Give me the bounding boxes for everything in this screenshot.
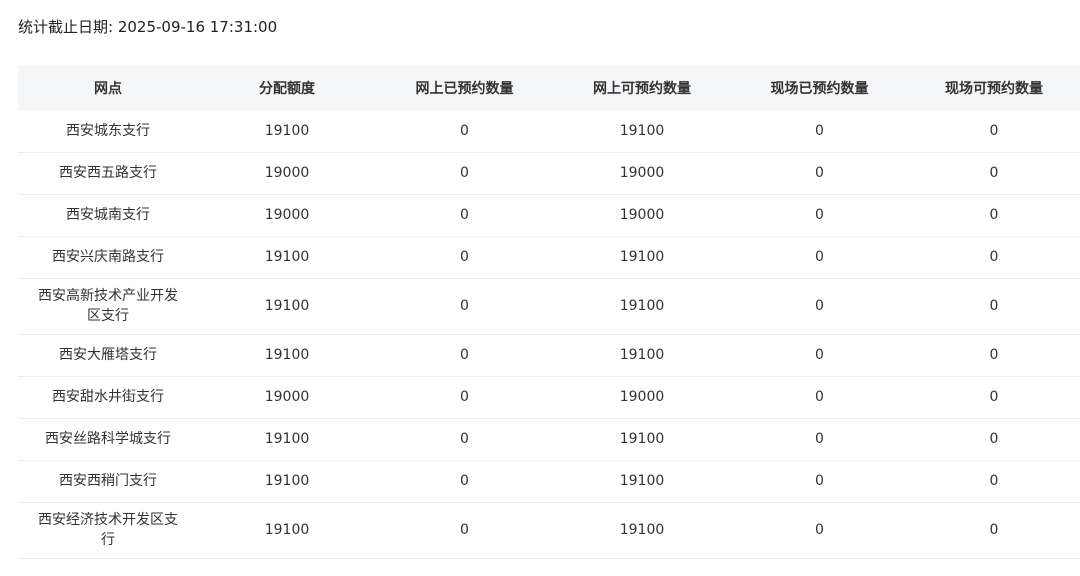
table-row: 西安兴庆南路支行 19100 0 19100 0 0 — [18, 236, 1080, 278]
cell-onsite-available: 0 — [989, 522, 999, 538]
cell-branch: 西安兴庆南路支行 — [52, 249, 164, 265]
cell-quota: 19000 — [264, 165, 310, 181]
cell-quota: 19000 — [264, 389, 310, 405]
table-row: 西安甜水井街支行 19000 0 19000 0 0 — [18, 376, 1080, 418]
stat-cutoff-date: 统计截止日期: 2025-09-16 17:31:00 — [18, 18, 278, 36]
cell-onsite-available: 0 — [989, 122, 999, 139]
table-row: 西安城南支行 19000 0 19000 0 0 — [18, 194, 1080, 236]
cell-quota: 19100 — [264, 473, 310, 489]
cell-quota: 19100 — [264, 249, 310, 265]
cell-online-available: 19100 — [619, 298, 665, 314]
cell-online-booked: 0 — [460, 389, 469, 405]
cell-online-available: 19100 — [619, 473, 665, 489]
cell-onsite-booked: 0 — [815, 207, 824, 223]
cell-online-booked: 0 — [460, 122, 469, 139]
table-header-row: 网点 分配额度 网上已预约数量 网上可预约数量 现场已预约数量 现场可预约数量 — [18, 66, 1080, 110]
cell-onsite-available: 0 — [989, 207, 999, 223]
header-online-available: 网上可预约数量 — [593, 81, 691, 97]
cell-onsite-available: 0 — [989, 298, 999, 314]
cell-branch: 西安甜水井街支行 — [52, 389, 164, 405]
cell-online-available: 19100 — [619, 347, 665, 363]
header-online-booked: 网上已预约数量 — [415, 81, 514, 97]
cell-onsite-available: 0 — [989, 249, 999, 265]
cell-onsite-available: 0 — [989, 165, 999, 181]
cell-quota: 19100 — [264, 347, 310, 363]
cell-online-booked: 0 — [460, 431, 469, 447]
header-branch: 网点 — [94, 81, 122, 97]
table-header: 网点 分配额度 网上已预约数量 网上可预约数量 现场已预约数量 现场可预约数量 — [18, 66, 1080, 110]
cell-branch: 西安经济技术开发区支行 — [38, 512, 178, 548]
cell-online-available: 19100 — [619, 249, 665, 265]
cell-onsite-booked: 0 — [815, 165, 824, 181]
table-row: 西安经济技术开发区支行 19100 0 19100 0 0 — [18, 502, 1080, 558]
header-onsite-available: 现场可预约数量 — [945, 81, 1043, 97]
cell-onsite-available: 0 — [989, 431, 999, 447]
cell-onsite-available: 0 — [989, 473, 999, 489]
cell-onsite-booked: 0 — [815, 298, 824, 314]
table-body: 西安城东支行 19100 0 19100 0 0 西安西五路支行 19000 0… — [18, 110, 1080, 558]
cell-branch: 西安城东支行 — [66, 122, 150, 139]
cell-onsite-booked: 0 — [815, 473, 824, 489]
cell-online-available: 19000 — [619, 207, 665, 223]
table-row: 西安西稍门支行 19100 0 19100 0 0 — [18, 460, 1080, 502]
cell-onsite-booked: 0 — [815, 249, 824, 265]
cell-quota: 19000 — [264, 207, 310, 223]
cell-branch: 西安西稍门支行 — [59, 473, 157, 489]
cell-onsite-available: 0 — [989, 347, 999, 363]
cell-branch: 西安西五路支行 — [59, 165, 157, 181]
cell-onsite-booked: 0 — [815, 389, 824, 405]
header-quota: 分配额度 — [259, 81, 315, 97]
cell-online-booked: 0 — [460, 473, 469, 489]
cell-online-booked: 0 — [460, 347, 469, 363]
cell-online-booked: 0 — [460, 165, 469, 181]
cell-online-booked: 0 — [460, 298, 469, 314]
cell-online-available: 19100 — [619, 522, 665, 538]
cell-quota: 19100 — [264, 522, 310, 538]
cell-onsite-available: 0 — [989, 389, 999, 405]
quota-table: 网点 分配额度 网上已预约数量 网上可预约数量 现场已预约数量 现场可预约数量 … — [18, 66, 1080, 559]
table-row: 西安城东支行 19100 0 19100 0 0 — [18, 110, 1080, 152]
cell-online-booked: 0 — [460, 522, 469, 538]
cell-onsite-booked: 0 — [815, 522, 824, 538]
cell-online-booked: 0 — [460, 249, 469, 265]
cell-branch: 西安高新技术产业开发区支行 — [38, 288, 178, 324]
cell-quota: 19100 — [264, 298, 310, 314]
cell-quota: 19100 — [264, 122, 310, 139]
cell-branch: 西安大雁塔支行 — [59, 347, 157, 363]
table-row: 西安西五路支行 19000 0 19000 0 0 — [18, 152, 1080, 194]
header-onsite-booked: 现场已预约数量 — [770, 81, 869, 97]
cell-branch: 西安城南支行 — [66, 207, 150, 223]
cell-onsite-booked: 0 — [815, 347, 824, 363]
cell-onsite-booked: 0 — [815, 122, 824, 139]
table-row: 西安大雁塔支行 19100 0 19100 0 0 — [18, 334, 1080, 376]
cell-online-booked: 0 — [460, 207, 469, 223]
cell-online-available: 19000 — [619, 165, 665, 181]
cell-online-available: 19100 — [619, 431, 665, 447]
table-row: 西安丝路科学城支行 19100 0 19100 0 0 — [18, 418, 1080, 460]
cell-online-available: 19000 — [619, 389, 665, 405]
cell-branch: 西安丝路科学城支行 — [45, 431, 171, 447]
quota-table-container: 网点 分配额度 网上已预约数量 网上可预约数量 现场已预约数量 现场可预约数量 … — [18, 66, 1080, 559]
table-row: 西安高新技术产业开发区支行 19100 0 19100 0 0 — [18, 278, 1080, 334]
cell-onsite-booked: 0 — [815, 431, 824, 447]
cell-online-available: 19100 — [619, 122, 665, 139]
cell-quota: 19100 — [264, 431, 310, 447]
